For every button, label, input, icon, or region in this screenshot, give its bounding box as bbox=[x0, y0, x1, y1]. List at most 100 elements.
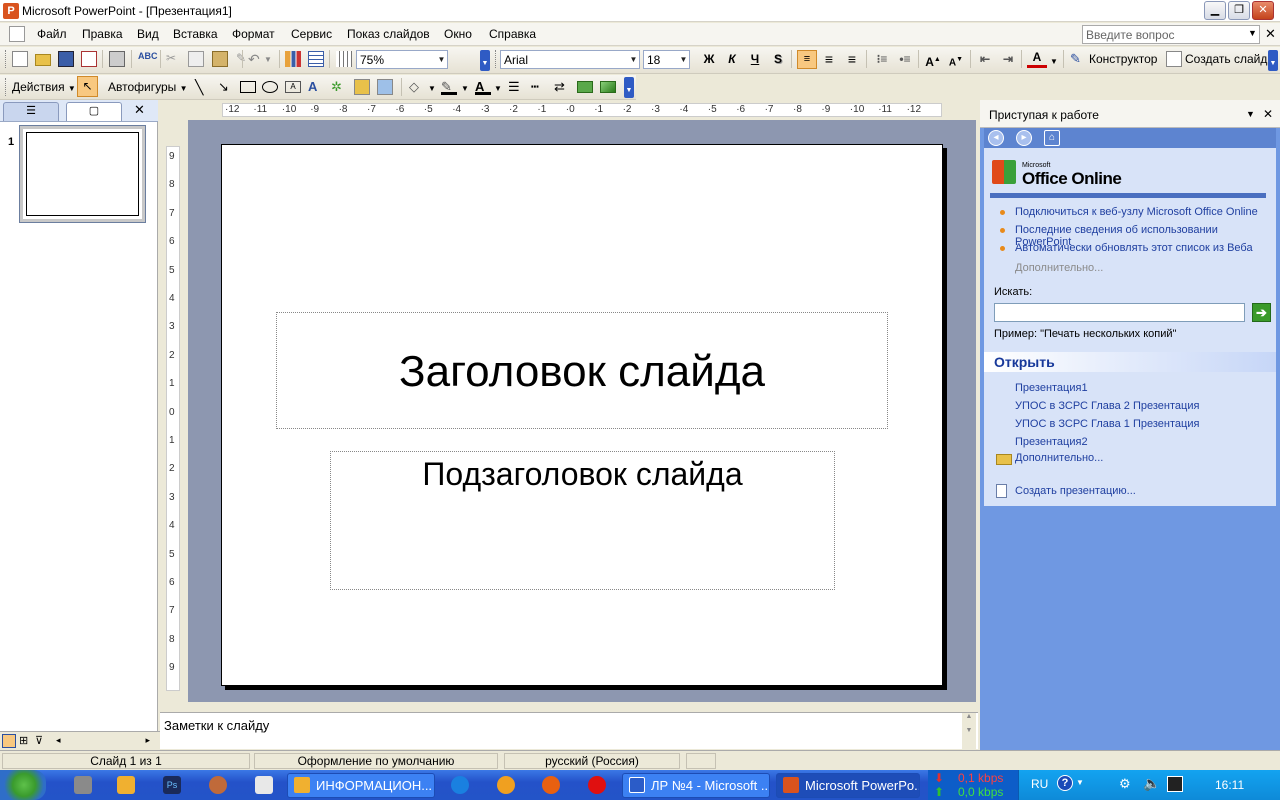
home-icon[interactable]: ⌂ bbox=[1044, 130, 1060, 146]
font-select[interactable]: Arial ▼ bbox=[500, 50, 640, 69]
oval-icon[interactable] bbox=[262, 81, 278, 93]
quicklaunch-ie-icon[interactable] bbox=[451, 776, 469, 794]
link-auto-update[interactable]: Автоматически обновлять этот список из В… bbox=[1015, 242, 1253, 254]
menu-window[interactable]: Окно bbox=[444, 27, 472, 41]
align-center-button[interactable]: ≡ bbox=[819, 50, 839, 69]
drawing-font-color-dropdown-icon[interactable]: ▼ bbox=[494, 84, 502, 93]
menu-edit[interactable]: Правка bbox=[82, 27, 123, 41]
drawing-options-icon[interactable]: ▼ bbox=[624, 77, 634, 98]
taskbar-button-powerpoint[interactable]: Microsoft PowerPo... bbox=[776, 773, 920, 798]
fill-color-icon[interactable]: ◇ bbox=[409, 79, 425, 95]
insert-chart-icon[interactable] bbox=[285, 51, 301, 67]
line-style-icon[interactable]: ☰ bbox=[508, 79, 524, 95]
volume-icon[interactable]: 🔈 bbox=[1143, 775, 1160, 792]
formatting-toolbar-grip[interactable] bbox=[495, 50, 498, 68]
ask-dropdown-icon[interactable]: ▼ bbox=[1248, 28, 1257, 38]
drawing-font-color-icon[interactable]: A bbox=[475, 79, 491, 95]
quicklaunch-folder-icon[interactable] bbox=[117, 776, 135, 794]
picture-icon[interactable] bbox=[377, 79, 393, 95]
numbering-icon[interactable]: ⁝≡ bbox=[872, 50, 892, 69]
slides-tab[interactable]: ▢ bbox=[66, 102, 122, 121]
zoom-dropdown-icon[interactable]: ▼ bbox=[436, 51, 447, 68]
menu-format[interactable]: Формат bbox=[232, 27, 275, 41]
safely-remove-icon[interactable]: ⚙ bbox=[1119, 776, 1131, 792]
quicklaunch-mail-icon[interactable] bbox=[497, 776, 515, 794]
grid-icon[interactable] bbox=[336, 51, 352, 67]
close-pane-icon[interactable]: ✕ bbox=[134, 102, 145, 118]
font-color-icon[interactable]: A bbox=[1027, 50, 1047, 68]
3d-style-icon[interactable] bbox=[600, 81, 616, 93]
create-presentation-link[interactable]: Создать презентацию... bbox=[1015, 485, 1136, 497]
align-right-button[interactable]: ≡ bbox=[842, 50, 862, 69]
menu-tools[interactable]: Сервис bbox=[291, 27, 332, 41]
recent-file-2[interactable]: УПОС в ЗСРС Глава 2 Презентация bbox=[1015, 400, 1199, 412]
search-go-button[interactable]: ➔ bbox=[1252, 303, 1271, 322]
open-more-link[interactable]: Дополнительно... bbox=[1015, 452, 1103, 464]
arrow-style-icon[interactable]: ⇄ bbox=[554, 79, 570, 95]
slide-canvas[interactable]: Заголовок слайда Подзаголовок слайда bbox=[221, 144, 943, 686]
menu-help[interactable]: Справка bbox=[489, 27, 536, 41]
search-input[interactable] bbox=[994, 303, 1245, 322]
bold-button[interactable]: Ж bbox=[699, 50, 719, 69]
taskbar-button-explorer[interactable]: ИНФОРМАЦИОН... bbox=[287, 773, 435, 798]
open-icon[interactable] bbox=[35, 54, 51, 66]
zoom-select[interactable]: 75% ▼ bbox=[356, 50, 448, 69]
decrease-indent-icon[interactable]: ⇤ bbox=[975, 50, 995, 69]
recent-file-3[interactable]: УПОС в ЗСРС Глава 1 Презентация bbox=[1015, 418, 1199, 430]
menu-file[interactable]: Файл bbox=[37, 27, 67, 41]
insert-table-icon[interactable] bbox=[308, 51, 324, 67]
designer-icon[interactable]: ✎ bbox=[1070, 51, 1086, 67]
font-color-dropdown-icon[interactable]: ▼ bbox=[1050, 57, 1058, 66]
line-color-dropdown-icon[interactable]: ▼ bbox=[461, 84, 469, 93]
line-icon[interactable]: ╲ bbox=[195, 79, 211, 95]
quicklaunch-media-icon[interactable] bbox=[209, 776, 227, 794]
notes-pane[interactable]: Заметки к слайду ▲ ▼ bbox=[160, 712, 978, 750]
recent-file-1[interactable]: Презентация1 bbox=[1015, 382, 1088, 394]
permission-icon[interactable] bbox=[81, 51, 97, 67]
italic-button[interactable]: К bbox=[722, 50, 742, 69]
quicklaunch-firefox-icon[interactable] bbox=[542, 776, 560, 794]
fill-color-dropdown-icon[interactable]: ▼ bbox=[428, 84, 436, 93]
back-icon[interactable]: ◂ bbox=[988, 130, 1004, 146]
normal-view-button[interactable] bbox=[2, 734, 16, 748]
shadow-button[interactable]: S bbox=[768, 50, 788, 69]
slide-thumbnail[interactable] bbox=[19, 125, 146, 223]
formatting-options-icon[interactable]: ▼ bbox=[1268, 50, 1278, 71]
menu-insert[interactable]: Вставка bbox=[173, 27, 218, 41]
horizontal-scrollbar[interactable]: ◂ ▸ bbox=[56, 732, 156, 749]
drawing-toolbar-grip[interactable] bbox=[5, 78, 8, 96]
slide-subtitle-placeholder[interactable]: Подзаголовок слайда bbox=[330, 451, 835, 590]
link-connect-office-online[interactable]: Подключиться к веб-узлу Microsoft Office… bbox=[1015, 206, 1258, 218]
close-document-icon[interactable]: ✕ bbox=[1265, 26, 1276, 42]
slideshow-view-button[interactable]: ⊽ bbox=[35, 734, 49, 748]
dash-style-icon[interactable]: ┅ bbox=[531, 79, 547, 95]
notes-scrollbar[interactable]: ▲ ▼ bbox=[962, 713, 976, 750]
clipart-icon[interactable] bbox=[354, 79, 370, 95]
diagram-icon[interactable]: ✲ bbox=[331, 79, 347, 95]
spelling-icon[interactable]: ABC bbox=[138, 51, 158, 67]
tray-expand-icon[interactable]: ▼ bbox=[1076, 778, 1084, 787]
toolbar-grip[interactable] bbox=[5, 50, 8, 68]
task-pane-close-icon[interactable]: ✕ bbox=[1263, 107, 1273, 121]
designer-button[interactable]: Конструктор bbox=[1089, 52, 1157, 66]
new-slide-icon[interactable] bbox=[1166, 51, 1182, 67]
taskbar-button-word[interactable]: ЛР №4 - Microsoft ... bbox=[622, 773, 770, 798]
menu-slideshow[interactable]: Показ слайдов bbox=[347, 27, 430, 41]
quicklaunch-app-icon[interactable] bbox=[74, 776, 92, 794]
minimize-button[interactable]: ▁ bbox=[1204, 1, 1226, 20]
start-button[interactable] bbox=[0, 770, 46, 800]
wordart-icon[interactable]: A bbox=[308, 79, 324, 95]
quicklaunch-opera-icon[interactable] bbox=[588, 776, 606, 794]
print-icon[interactable] bbox=[109, 51, 125, 67]
toolbar-options-icon[interactable]: ▼ bbox=[480, 50, 490, 71]
paste-icon[interactable] bbox=[212, 51, 228, 67]
clock[interactable]: 16:11 bbox=[1215, 778, 1244, 792]
slide-sorter-view-button[interactable]: ⊞ bbox=[19, 734, 33, 748]
forward-icon[interactable]: ▸ bbox=[1016, 130, 1032, 146]
bullets-icon[interactable]: •≡ bbox=[895, 50, 915, 69]
quicklaunch-calculator-icon[interactable] bbox=[255, 776, 273, 794]
cut-icon[interactable]: ✂ bbox=[166, 51, 182, 67]
quicklaunch-photoshop-icon[interactable]: Ps bbox=[163, 776, 181, 794]
ask-question-input[interactable]: Введите вопрос bbox=[1082, 25, 1260, 44]
document-icon[interactable] bbox=[9, 26, 25, 42]
